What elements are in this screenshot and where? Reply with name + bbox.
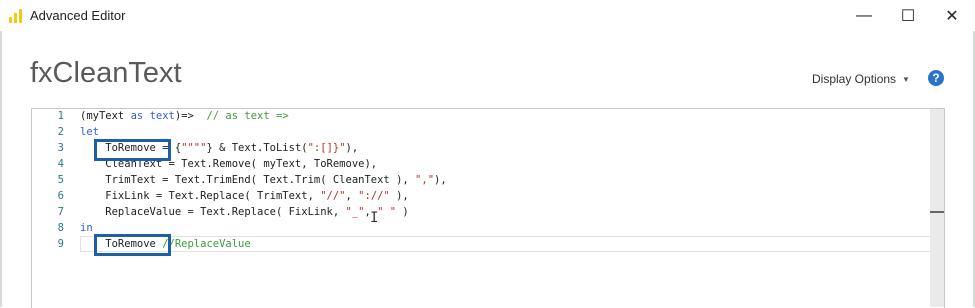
vertical-scrollbar[interactable] bbox=[930, 109, 944, 307]
highlight-box-toremove-line9 bbox=[94, 234, 171, 256]
code-line[interactable]: in bbox=[80, 222, 93, 234]
code-token: text bbox=[149, 110, 175, 122]
code-token: , bbox=[345, 190, 359, 202]
line-number: 2 bbox=[57, 126, 64, 138]
code-token: "//" bbox=[320, 190, 346, 202]
code-line[interactable]: FixLink = Text.Replace( TrimText, "//", … bbox=[80, 190, 409, 202]
code-token: //ReplaceValue bbox=[162, 238, 251, 250]
line-number-gutter: 1 2 3 4 5 6 7 8 9 bbox=[32, 109, 70, 308]
line-number: 7 bbox=[57, 206, 64, 218]
maximize-button[interactable]: ☐ bbox=[886, 0, 930, 31]
scrollbar-position-marker bbox=[930, 211, 944, 213]
code-line[interactable]: TrimText = Text.TrimEnd( Text.Trim( Clea… bbox=[80, 174, 447, 186]
close-button[interactable]: ✕ bbox=[930, 0, 974, 31]
code-token: ), bbox=[345, 142, 359, 154]
code-token: TrimText = Text.TrimEnd( Text.Trim( Clea… bbox=[80, 174, 416, 186]
window-title: Advanced Editor bbox=[30, 8, 126, 23]
line-number: 4 bbox=[57, 158, 64, 170]
code-line[interactable]: ReplaceValue = Text.Replace( FixLink, "_… bbox=[80, 206, 409, 218]
code-editor[interactable]: 1 2 3 4 5 6 7 8 9 (myText as text)=> // as text … bbox=[31, 108, 945, 308]
display-options-label: Display Options bbox=[812, 72, 897, 86]
line-number: 3 bbox=[57, 142, 64, 154]
code-token: let bbox=[80, 126, 99, 138]
line-number: 6 bbox=[57, 190, 64, 202]
display-options-dropdown[interactable]: Display Options ▼ bbox=[812, 72, 910, 86]
title-bar: Advanced Editor — ☐ ✕ bbox=[0, 0, 975, 31]
line-number: 1 bbox=[57, 110, 64, 122]
line-number: 8 bbox=[57, 222, 64, 234]
code-token: in bbox=[80, 222, 93, 234]
code-token: as bbox=[130, 110, 144, 122]
code-token: "," bbox=[415, 174, 435, 186]
window-left-border bbox=[0, 31, 2, 307]
code-token: ":[]}" bbox=[307, 142, 346, 154]
minimize-button[interactable]: — bbox=[842, 0, 886, 31]
code-token: } & Text.ToList( bbox=[206, 142, 308, 154]
query-name-title: fxCleanText bbox=[30, 57, 182, 89]
code-token: (myText bbox=[80, 110, 131, 122]
code-token: ReplaceValue = Text.Replace( FixLink, bbox=[80, 206, 346, 218]
line-number: 9 bbox=[57, 238, 64, 250]
line-number: 5 bbox=[57, 174, 64, 186]
code-token: FixLink = Text.Replace( TrimText, bbox=[80, 190, 321, 202]
code-token: // as text => bbox=[206, 110, 289, 122]
power-bi-icon bbox=[9, 9, 23, 23]
caret-down-icon: ▼ bbox=[902, 75, 910, 85]
code-token: "_" bbox=[345, 206, 365, 218]
help-icon[interactable]: ? bbox=[928, 70, 944, 86]
code-token: ) bbox=[396, 206, 409, 218]
code-token: " " bbox=[377, 206, 397, 218]
code-token: ), bbox=[434, 174, 447, 186]
code-line[interactable]: (myText as text)=> // as text => bbox=[80, 110, 289, 122]
text-cursor-ibeam-icon: I bbox=[370, 210, 379, 226]
code-token: """" bbox=[181, 142, 207, 154]
code-token: ), bbox=[389, 190, 409, 202]
code-token: "://" bbox=[358, 190, 390, 202]
code-token: )=> bbox=[174, 110, 207, 122]
code-line[interactable]: let bbox=[80, 126, 99, 138]
highlight-box-toremove-line3 bbox=[94, 139, 171, 161]
